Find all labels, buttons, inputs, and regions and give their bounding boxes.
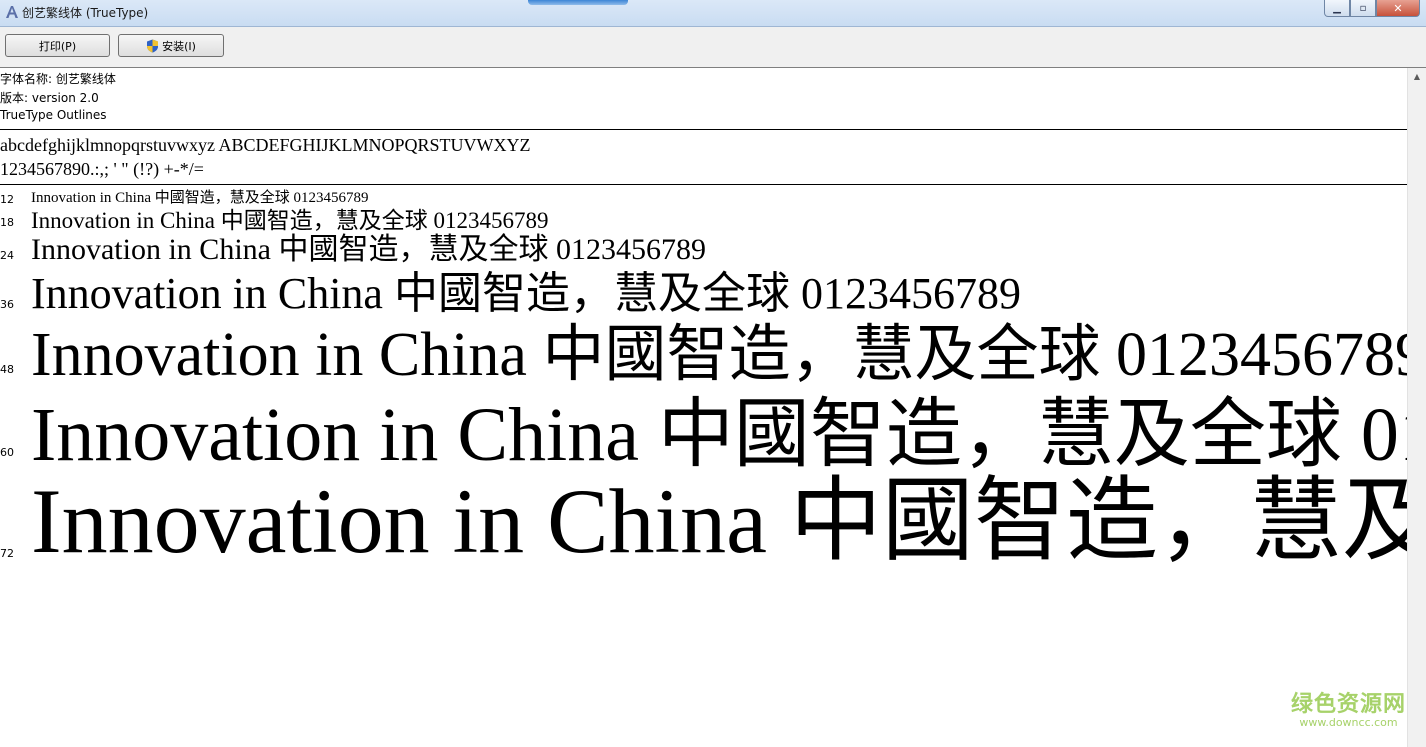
maximize-button[interactable]: ▫ <box>1350 0 1376 17</box>
title-bar: 创艺繁线体 (TrueType) ▁ ▫ ✕ <box>0 0 1426 27</box>
sample-size-label: 12 <box>0 193 14 206</box>
sample-text: Innovation in China 中國智造，慧及全球 0123456789 <box>31 190 369 206</box>
sample-size-label: 72 <box>0 547 14 560</box>
taskbar-glow <box>528 0 628 5</box>
sample-row-18: 18 Innovation in China 中國智造，慧及全球 0123456… <box>0 208 1408 234</box>
sample-text: Innovation in China 中國智造，慧及全球 0123456789 <box>31 321 1408 389</box>
font-preview-area: 字体名称: 创艺繁线体 版本: version 2.0 TrueType Out… <box>0 68 1408 747</box>
uac-shield-icon <box>147 39 159 52</box>
divider <box>0 129 1408 130</box>
charset-symbols: 1234567890.:,; ' " (!?) +-*/= <box>0 159 204 179</box>
toolbar: 打印(P) 安装(I) <box>0 27 1426 68</box>
minimize-button[interactable]: ▁ <box>1324 0 1350 17</box>
install-button-label: 安装(I) <box>162 39 196 53</box>
sample-size-label: 36 <box>0 298 14 311</box>
sample-row-60: 60 Innovation in China 中國智造，慧及全球 0123456… <box>0 392 1408 477</box>
sample-text: Innovation in China 中國智造，慧及全球 0123456789 <box>31 470 1408 572</box>
sample-text: Innovation in China 中國智造，慧及全球 0123456789 <box>31 208 549 233</box>
font-app-icon <box>6 6 18 18</box>
divider <box>0 184 1408 185</box>
sample-text: Innovation in China 中國智造，慧及全球 0123456789 <box>31 393 1408 477</box>
window-title: 创艺繁线体 (TrueType) <box>22 6 149 20</box>
sample-size-label: 24 <box>0 249 14 262</box>
font-version-line: 版本: version 2.0 <box>0 91 99 105</box>
sample-size-label: 18 <box>0 216 14 229</box>
sample-row-12: 12 Innovation in China 中國智造，慧及全球 0123456… <box>0 190 1408 208</box>
sample-size-label: 60 <box>0 446 14 459</box>
print-button[interactable]: 打印(P) <box>5 34 110 57</box>
close-button[interactable]: ✕ <box>1376 0 1420 17</box>
sample-row-48: 48 Innovation in China 中國智造，慧及全球 0123456… <box>0 320 1408 392</box>
font-name-line: 字体名称: 创艺繁线体 <box>0 72 116 86</box>
sample-row-24: 24 Innovation in China 中國智造，慧及全球 0123456… <box>0 234 1408 268</box>
font-outline-line: TrueType Outlines <box>0 108 107 122</box>
charset-letters: abcdefghijklmnopqrstuvwxyz ABCDEFGHIJKLM… <box>0 135 531 155</box>
print-button-label: 打印(P) <box>38 39 77 53</box>
watermark-title: 绿色资源网 <box>1290 692 1406 717</box>
sample-row-36: 36 Innovation in China 中國智造，慧及全球 0123456… <box>0 268 1408 320</box>
sample-row-72: 72 Innovation in China 中國智造，慧及全球 0123456… <box>0 470 1408 574</box>
sample-text: Innovation in China 中國智造，慧及全球 0123456789 <box>31 233 706 266</box>
sample-size-label: 48 <box>0 363 14 376</box>
install-button[interactable]: 安装(I) <box>118 34 224 57</box>
scroll-up-icon[interactable]: ▲ <box>1408 68 1426 85</box>
watermark-url: www.downcc.com <box>1299 716 1398 729</box>
vertical-scrollbar[interactable]: ▲ <box>1407 68 1426 747</box>
sample-text: Innovation in China 中國智造，慧及全球 0123456789 <box>31 269 1021 318</box>
watermark: 绿色资源网 www.downcc.com <box>1291 686 1406 729</box>
window-controls: ▁ ▫ ✕ <box>1324 0 1420 17</box>
